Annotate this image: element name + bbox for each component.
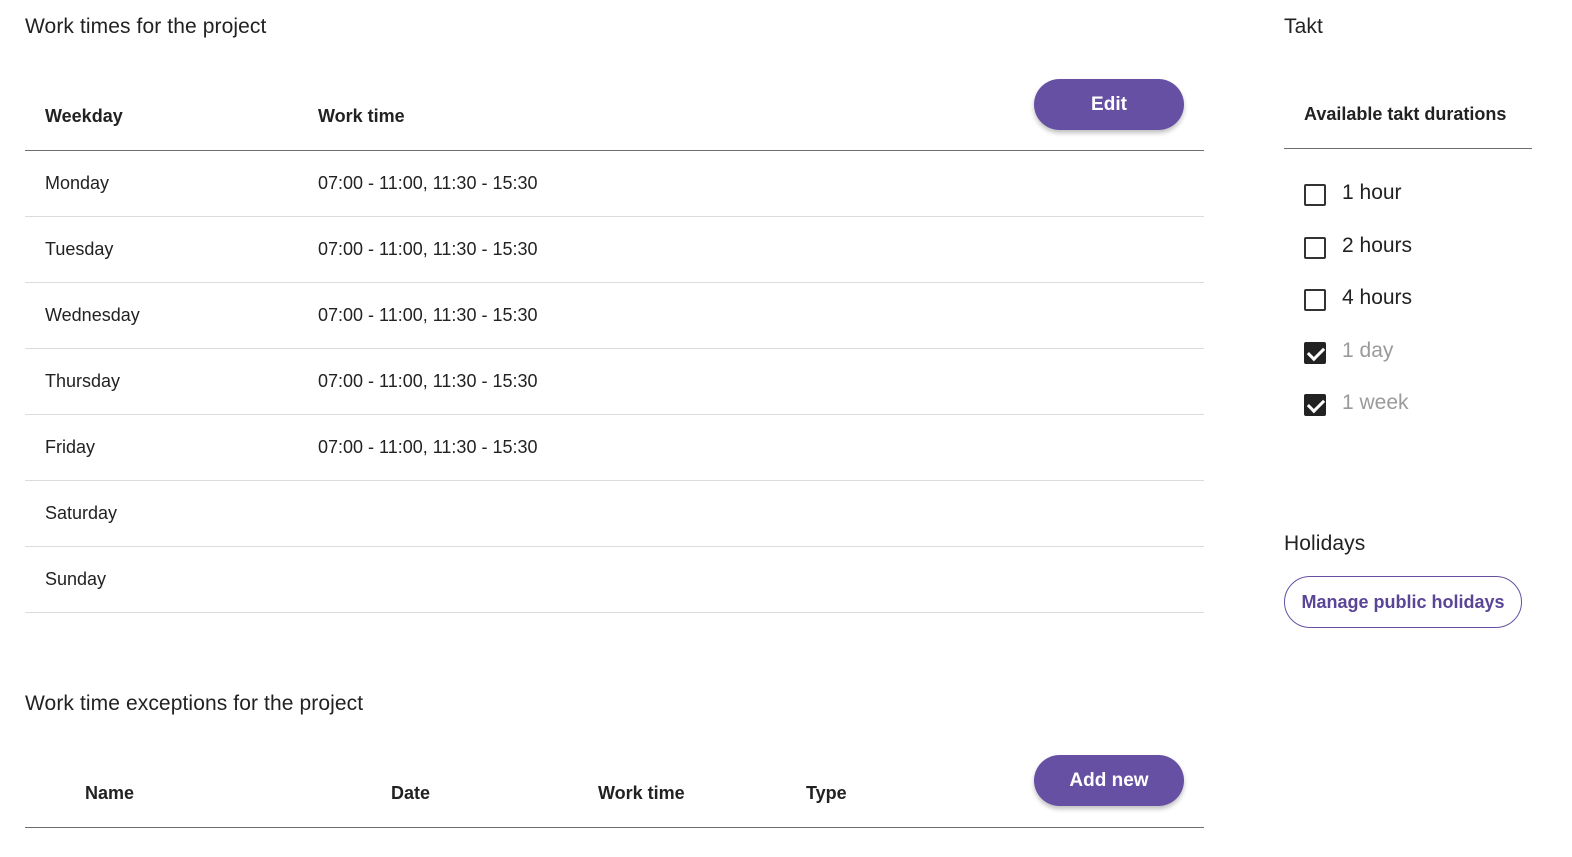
project-settings-page: Work times for the project Weekday Work … xyxy=(0,0,1572,857)
table-row: Wednesday 07:00 - 11:00, 11:30 - 15:30 xyxy=(25,283,1204,349)
work-time-cell: 07:00 - 11:00, 11:30 - 15:30 xyxy=(318,239,538,259)
work-times-table-header: Weekday Work time xyxy=(25,103,1204,151)
weekday-cell: Monday xyxy=(45,173,110,193)
weekday-cell: Saturday xyxy=(45,503,118,523)
column-weekday: Weekday xyxy=(45,106,123,126)
takt-option-label: 1 hour xyxy=(1342,181,1402,204)
weekday-cell: Sunday xyxy=(45,569,107,589)
table-row: Tuesday 07:00 - 11:00, 11:30 - 15:30 xyxy=(25,217,1204,283)
manage-public-holidays-button[interactable]: Manage public holidays xyxy=(1284,576,1522,628)
checkbox[interactable] xyxy=(1304,236,1326,259)
exceptions-title: Work time exceptions for the project xyxy=(25,692,364,715)
table-row: Saturday xyxy=(25,481,1204,547)
work-times-title: Work times for the project xyxy=(25,15,267,38)
takt-durations-header: Available takt durations xyxy=(1304,104,1507,124)
work-time-cell: 07:00 - 11:00, 11:30 - 15:30 xyxy=(318,305,538,325)
weekday-cell: Tuesday xyxy=(45,239,114,259)
takt-duration-list: 1 hour 2 hours 4 hours 1 day 1 week xyxy=(1304,181,1412,444)
checkbox-checked xyxy=(1304,341,1326,364)
table-row: Friday 07:00 - 11:00, 11:30 - 15:30 xyxy=(25,415,1204,481)
table-row: Thursday 07:00 - 11:00, 11:30 - 15:30 xyxy=(25,349,1204,415)
takt-table-header: Available takt durations xyxy=(1284,90,1532,149)
exceptions-table-header: Name Date Work time Type xyxy=(25,780,1204,828)
takt-option-label: 1 day xyxy=(1342,338,1394,362)
takt-option-1-day: 1 day xyxy=(1304,339,1412,392)
takt-option-label: 1 week xyxy=(1342,391,1409,414)
checkbox[interactable] xyxy=(1304,289,1326,311)
checkbox[interactable] xyxy=(1304,184,1326,206)
weekday-cell: Thursday xyxy=(45,371,121,391)
weekday-cell: Wednesday xyxy=(45,305,140,325)
column-exception-work-time: Work time xyxy=(598,783,685,803)
weekday-cell: Friday xyxy=(45,437,96,457)
table-row: Sunday xyxy=(25,547,1204,613)
takt-option-label: 2 hours xyxy=(1342,233,1413,257)
column-work-time: Work time xyxy=(318,106,405,126)
takt-option-2-hours[interactable]: 2 hours xyxy=(1304,234,1412,287)
work-time-cell: 07:00 - 11:00, 11:30 - 15:30 xyxy=(318,173,538,193)
column-type: Type xyxy=(806,783,847,803)
edit-button[interactable]: Edit xyxy=(1034,79,1184,130)
holidays-title: Holidays xyxy=(1284,532,1366,555)
takt-title: Takt xyxy=(1284,15,1323,38)
table-row: Monday 07:00 - 11:00, 11:30 - 15:30 xyxy=(25,151,1204,217)
add-new-button[interactable]: Add new xyxy=(1034,755,1184,806)
takt-option-label: 4 hours xyxy=(1342,286,1413,309)
takt-option-4-hours[interactable]: 4 hours xyxy=(1304,286,1412,339)
column-date: Date xyxy=(391,783,431,803)
work-times-table-body: Monday 07:00 - 11:00, 11:30 - 15:30 Tues… xyxy=(25,151,1204,613)
takt-option-1-hour[interactable]: 1 hour xyxy=(1304,181,1412,234)
column-name: Name xyxy=(85,783,135,803)
work-time-cell: 07:00 - 11:00, 11:30 - 15:30 xyxy=(318,437,538,457)
checkbox-checked xyxy=(1304,394,1326,416)
takt-option-1-week: 1 week xyxy=(1304,391,1412,444)
work-time-cell: 07:00 - 11:00, 11:30 - 15:30 xyxy=(318,371,538,391)
